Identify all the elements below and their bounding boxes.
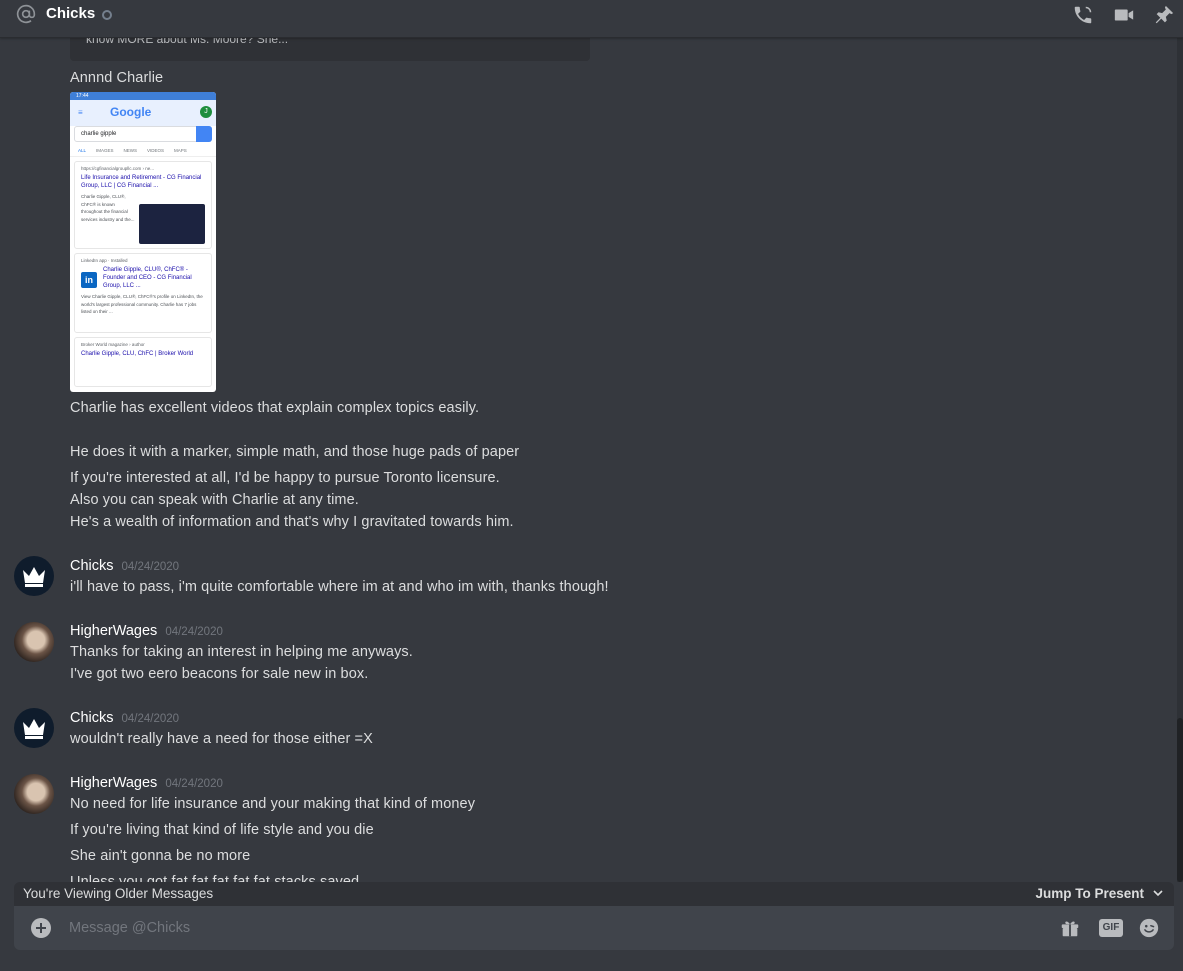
crown-icon: [23, 719, 45, 739]
channel-title: Chicks: [46, 5, 96, 22]
older-messages-bar: You're Viewing Older Messages Jump To Pr…: [14, 882, 1174, 906]
status-indicator: [102, 10, 112, 20]
message-header: HigherWages 04/24/2020: [70, 775, 223, 791]
result-title: Charlie Gipple, CLU®, ChFC® - Founder an…: [103, 267, 192, 289]
message-line: Annnd Charlie: [70, 70, 164, 86]
search-icon: [196, 126, 212, 142]
timestamp: 04/24/2020: [121, 713, 180, 725]
video-thumbnail: [139, 204, 205, 244]
video-icon[interactable]: [1113, 4, 1135, 26]
username[interactable]: HigherWages: [70, 623, 157, 639]
call-icon[interactable]: [1072, 4, 1094, 26]
phone-status-bar: 17:44: [70, 92, 216, 100]
message-line: I've got two eero beacons for sale new i…: [70, 666, 369, 682]
message-composer: GIF: [14, 906, 1174, 950]
channel-header: Chicks: [0, 0, 1183, 38]
message-line: He does it with a marker, simple math, a…: [70, 444, 520, 460]
gif-button[interactable]: GIF: [1099, 919, 1123, 937]
image-attachment[interactable]: 17:44 ≡ Google J charlie gipple ALL IMAG…: [70, 92, 216, 392]
search-result: https://cgfinancialgroupllc.com › ne... …: [74, 161, 212, 249]
message-line: wouldn't really have a need for those ei…: [70, 731, 373, 747]
google-tabs: ALL IMAGES NEWS VIDEOS MAPS: [70, 142, 216, 157]
tab-videos: VIDEOS: [147, 148, 165, 153]
tab-maps: MAPS: [174, 148, 187, 153]
result-title: Life Insurance and Retirement - CG Finan…: [81, 175, 202, 189]
message-header: Chicks 04/24/2020: [70, 558, 179, 574]
message-line: He's a wealth of information and that's …: [70, 514, 514, 530]
message-line: She ain't gonna be no more: [70, 848, 251, 864]
linkedin-icon: in: [81, 272, 97, 288]
result-snippet: Charlie Gipple, CLU®, ChFC® is known thr…: [81, 194, 135, 222]
message-line: Charlie has excellent videos that explai…: [70, 400, 480, 416]
avatar[interactable]: [14, 774, 54, 814]
message-line: If you're living that kind of life style…: [70, 822, 374, 838]
search-result: Broker World magazine › author Charlie G…: [74, 337, 212, 387]
username[interactable]: HigherWages: [70, 775, 157, 791]
result-url: https://cgfinancialgroupllc.com › ne...: [81, 166, 155, 171]
result-snippet: View Charlie Gipple, CLU®, ChFC®'s profi…: [81, 294, 203, 314]
timestamp: 04/24/2020: [121, 561, 180, 573]
google-logo: Google: [110, 105, 152, 119]
timestamp: 04/24/2020: [165, 626, 223, 638]
tab-news: NEWS: [123, 148, 138, 153]
message-line: If you're interested at all, I'd be happ…: [70, 470, 500, 486]
menu-icon: ≡: [78, 108, 83, 117]
quoted-embed: know MORE about Ms. Moore? She...: [70, 38, 590, 61]
at-icon: [16, 4, 36, 24]
search-query: charlie gipple: [81, 131, 117, 137]
older-messages-notice: You're Viewing Older Messages: [23, 886, 214, 901]
google-header: ≡ Google J: [70, 100, 216, 126]
message-input[interactable]: [69, 916, 1029, 940]
avatar[interactable]: [14, 556, 54, 596]
avatar[interactable]: [14, 622, 54, 662]
username[interactable]: Chicks: [70, 558, 114, 574]
result-title: Charlie Gipple, CLU, ChFC | Broker World: [81, 351, 194, 357]
gift-icon[interactable]: [1059, 917, 1081, 939]
google-search-box: charlie gipple: [74, 126, 212, 142]
crown-icon: [23, 567, 45, 587]
tab-all: ALL: [78, 148, 87, 153]
message-list[interactable]: know MORE about Ms. Moore? She... Annnd …: [0, 38, 1177, 882]
scrollbar-thumb[interactable]: [1177, 718, 1183, 882]
message-header: Chicks 04/24/2020: [70, 710, 179, 726]
message-line: Unless you got fat fat fat fat fat stack…: [70, 874, 360, 882]
message-header: HigherWages 04/24/2020: [70, 623, 223, 639]
tab-images: IMAGES: [96, 148, 114, 153]
message-line: Thanks for taking an interest in helping…: [70, 644, 413, 660]
emoji-icon[interactable]: [1138, 917, 1160, 939]
result-url: Broker World magazine › author: [81, 342, 145, 347]
timestamp: 04/24/2020: [165, 778, 223, 790]
jump-to-present-button[interactable]: Jump To Present: [1035, 886, 1144, 901]
chevron-down-icon[interactable]: [1152, 887, 1164, 899]
username[interactable]: Chicks: [70, 710, 114, 726]
embed-text: know MORE about Ms. Moore? She...: [86, 38, 289, 46]
message-line: i'll have to pass, i'm quite comfortable…: [70, 579, 609, 595]
add-attachment-button[interactable]: [31, 918, 51, 938]
account-avatar: J: [200, 106, 212, 118]
message-line: No need for life insurance and your maki…: [70, 796, 476, 812]
search-result: LinkedIn app · Installed in Charlie Gipp…: [74, 253, 212, 333]
pin-icon[interactable]: [1153, 4, 1175, 26]
avatar[interactable]: [14, 708, 54, 748]
message-line: Also you can speak with Charlie at any t…: [70, 492, 359, 508]
result-url: LinkedIn app · Installed: [81, 258, 128, 263]
